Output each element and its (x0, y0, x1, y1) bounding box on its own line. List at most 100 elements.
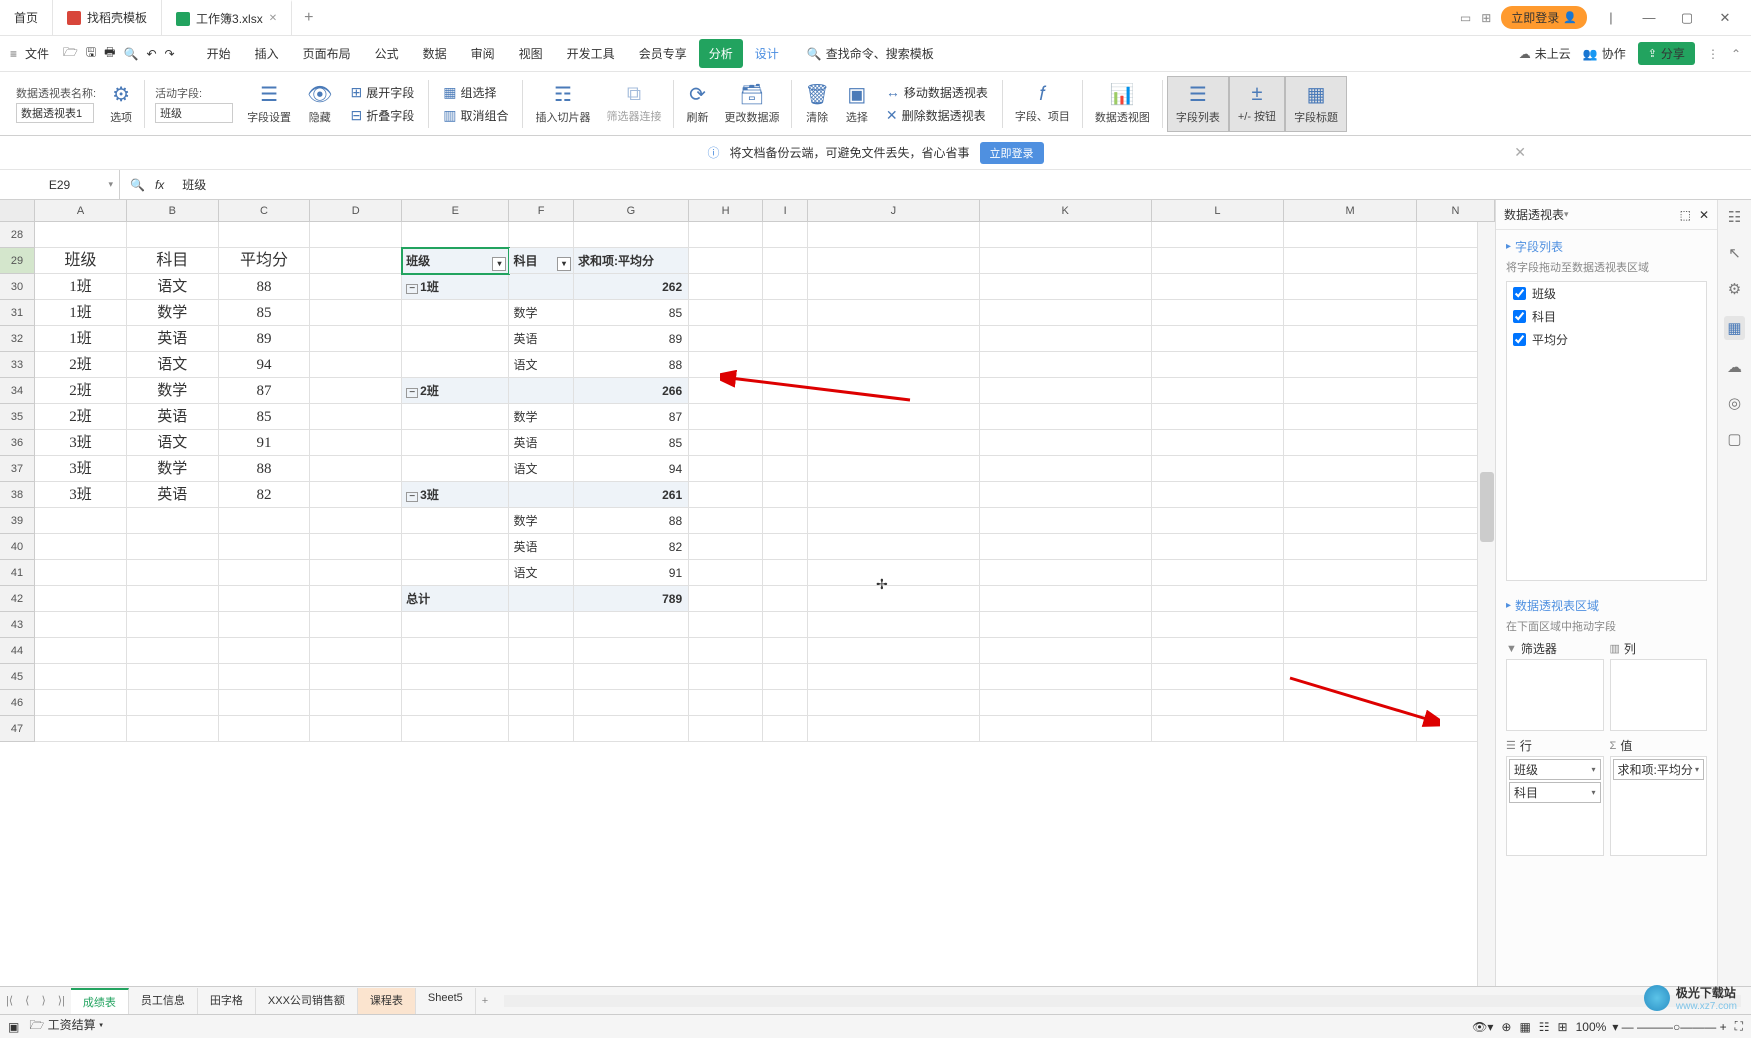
grid-icon[interactable]: ⊞ (1481, 11, 1491, 25)
cell[interactable] (219, 638, 311, 664)
pin-icon[interactable]: ⬚ (1680, 208, 1691, 222)
cell[interactable] (402, 716, 509, 742)
cell[interactable] (1284, 534, 1417, 560)
cell[interactable] (689, 456, 763, 482)
cell[interactable]: 英语 (127, 404, 219, 430)
file-menu[interactable]: 文件 (25, 45, 49, 62)
cell[interactable] (402, 690, 509, 716)
cell[interactable] (808, 586, 980, 612)
cell[interactable] (689, 716, 763, 742)
cell[interactable] (310, 326, 402, 352)
field-item[interactable]: 平均分 (1507, 328, 1706, 351)
cell[interactable] (980, 456, 1152, 482)
row-header[interactable]: 43 (0, 612, 35, 638)
cell[interactable] (219, 612, 311, 638)
cell[interactable] (35, 690, 127, 716)
row-header[interactable]: 47 (0, 716, 35, 742)
tab-nav-first[interactable]: |⟨ (0, 994, 19, 1007)
cell[interactable]: 789 (574, 586, 689, 612)
move-pvt-button[interactable]: ↔移动数据透视表 (880, 82, 994, 103)
cell[interactable] (808, 248, 980, 274)
cell[interactable] (1152, 378, 1285, 404)
cell[interactable] (1284, 248, 1417, 274)
sheet-tab[interactable]: Sheet5 (416, 988, 476, 1014)
cell[interactable] (980, 430, 1152, 456)
cell[interactable] (127, 508, 219, 534)
cell[interactable] (1284, 690, 1417, 716)
row-header[interactable]: 45 (0, 664, 35, 690)
cell[interactable]: 2班 (35, 352, 127, 378)
cell[interactable] (35, 638, 127, 664)
field-checkbox[interactable] (1513, 310, 1526, 323)
coop-button[interactable]: 👥 协作 (1583, 45, 1626, 62)
column-header[interactable]: L (1152, 200, 1285, 221)
cell[interactable] (980, 248, 1152, 274)
cell[interactable] (808, 222, 980, 248)
cell[interactable] (689, 274, 763, 300)
field-item[interactable]: 班级 (1507, 282, 1706, 305)
menu-tab[interactable]: 会员专享 (629, 39, 697, 68)
cell[interactable] (310, 300, 402, 326)
cell[interactable]: 87 (219, 378, 311, 404)
cell[interactable]: 语文 (127, 430, 219, 456)
adjust-icon[interactable]: ⚙ (1728, 280, 1741, 298)
cell[interactable] (1284, 378, 1417, 404)
cell[interactable] (1152, 300, 1285, 326)
cell[interactable] (1284, 664, 1417, 690)
cell[interactable] (310, 248, 402, 274)
cell[interactable] (808, 274, 980, 300)
cell[interactable] (689, 482, 763, 508)
cell[interactable] (980, 482, 1152, 508)
cell[interactable]: 88 (219, 456, 311, 482)
menu-tab[interactable]: 开始 (197, 39, 241, 68)
sheet-tab[interactable]: 员工信息 (129, 988, 198, 1014)
cell[interactable] (310, 430, 402, 456)
pivot-icon[interactable]: ▦ (1724, 316, 1744, 340)
tab-templates[interactable]: 找稻壳模板 (53, 0, 162, 35)
formula-input[interactable]: 班级 (174, 170, 1751, 199)
cell[interactable] (509, 274, 574, 300)
cell[interactable] (689, 664, 763, 690)
cell[interactable] (689, 352, 763, 378)
cell[interactable]: 语文 (127, 352, 219, 378)
cell[interactable] (1284, 716, 1417, 742)
sheet-tab[interactable]: 课程表 (358, 988, 416, 1014)
cell[interactable] (1152, 456, 1285, 482)
cell[interactable]: 91 (219, 430, 311, 456)
cell[interactable] (310, 586, 402, 612)
column-header[interactable]: A (35, 200, 127, 221)
panel-close-icon[interactable]: ✕ (1699, 208, 1709, 222)
save-icon[interactable]: 🖫 (86, 43, 96, 64)
cell[interactable] (35, 586, 127, 612)
field-list[interactable]: 班级科目平均分 (1506, 281, 1707, 581)
cell[interactable]: 88 (219, 274, 311, 300)
cell[interactable] (808, 690, 980, 716)
delete-pvt-button[interactable]: ✕删除数据透视表 (880, 105, 994, 126)
share-button[interactable]: ⇪ 分享 (1638, 42, 1695, 65)
tab-design[interactable]: 设计 (745, 39, 789, 68)
cell[interactable] (1152, 222, 1285, 248)
cell[interactable] (808, 534, 980, 560)
row-header[interactable]: 46 (0, 690, 35, 716)
cell[interactable] (980, 274, 1152, 300)
cell[interactable] (310, 638, 402, 664)
cell[interactable] (808, 716, 980, 742)
cell[interactable] (808, 612, 980, 638)
cell[interactable]: 数学 (127, 456, 219, 482)
cell[interactable] (1284, 508, 1417, 534)
cell[interactable] (689, 300, 763, 326)
cell[interactable] (980, 326, 1152, 352)
rows-area[interactable]: 班级▾科目▾ (1506, 756, 1604, 856)
row-header[interactable]: 31 (0, 300, 35, 326)
area-item[interactable]: 科目▾ (1509, 782, 1601, 803)
change-source-button[interactable]: 🗃更改数据源 (716, 76, 787, 132)
refresh-button[interactable]: ⟳刷新 (678, 76, 716, 132)
cell[interactable] (1284, 456, 1417, 482)
cell[interactable] (980, 690, 1152, 716)
row-header[interactable]: 29 (0, 248, 35, 274)
cell[interactable] (402, 534, 509, 560)
cell[interactable] (310, 664, 402, 690)
banner-close-icon[interactable]: ✕ (1514, 144, 1526, 161)
print-icon[interactable]: 🖶 (104, 43, 115, 64)
screen-icon[interactable]: ▢ (1727, 430, 1741, 448)
